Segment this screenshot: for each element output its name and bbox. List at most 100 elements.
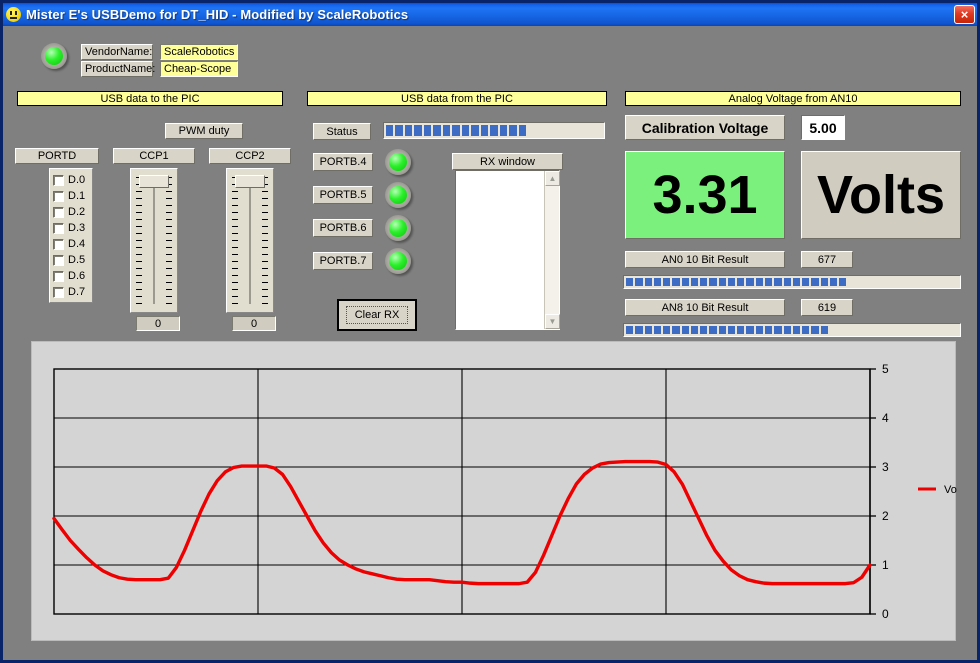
portd-bit-row[interactable]: D.5 xyxy=(50,252,92,268)
progress-segment xyxy=(405,125,412,136)
progress-segment xyxy=(774,278,781,286)
checkbox-d4[interactable] xyxy=(53,239,64,250)
portd-bit-row[interactable]: D.1 xyxy=(50,188,92,204)
progress-segment xyxy=(709,278,716,286)
progress-segment xyxy=(756,326,763,334)
progress-segment xyxy=(481,125,488,136)
checkbox-d6-label: D.6 xyxy=(68,270,85,282)
progress-segment xyxy=(509,125,516,136)
ccp2-label: CCP2 xyxy=(209,148,291,164)
progress-segment xyxy=(519,125,526,136)
an0-progress-bar xyxy=(623,275,961,289)
portb5-label: PORTB.5 xyxy=(313,186,373,204)
chart-y-tick-label: 3 xyxy=(882,460,889,474)
progress-segment xyxy=(424,125,431,136)
progress-segment xyxy=(746,326,753,334)
checkbox-d7[interactable] xyxy=(53,287,64,298)
progress-segment xyxy=(793,278,800,286)
progress-segment xyxy=(793,326,800,334)
progress-segment xyxy=(802,278,809,286)
portd-bit-row[interactable]: D.6 xyxy=(50,268,92,284)
checkbox-d1[interactable] xyxy=(53,191,64,202)
progress-segment xyxy=(471,125,478,136)
clear-rx-button[interactable]: Clear RX xyxy=(337,299,417,331)
product-name-value: Cheap-Scope xyxy=(160,61,238,77)
portd-label: PORTD xyxy=(15,148,99,164)
progress-segment xyxy=(462,125,469,136)
an0-result-value: 677 xyxy=(801,251,853,268)
status-label: Status xyxy=(313,123,371,140)
usb-data-to-pic-header: USB data to the PIC xyxy=(17,91,283,106)
smiley-face-icon xyxy=(6,7,21,22)
progress-segment xyxy=(443,125,450,136)
chevron-down-icon[interactable]: ▼ xyxy=(545,314,560,329)
ccp2-value: 0 xyxy=(232,316,276,331)
progress-segment xyxy=(728,326,735,334)
portd-bit-row[interactable]: D.4 xyxy=(50,236,92,252)
checkbox-d3-label: D.3 xyxy=(68,222,85,234)
checkbox-d2[interactable] xyxy=(53,207,64,218)
progress-segment xyxy=(765,278,772,286)
checkbox-d3[interactable] xyxy=(53,223,64,234)
ccp1-slider[interactable] xyxy=(130,168,178,313)
vendor-name-label: VendorName: xyxy=(81,44,153,60)
portd-bit-row[interactable]: D.2 xyxy=(50,204,92,220)
portd-checkbox-group: D.0 D.1 D.2 D.3 D.4 D.5 D.6 D.7 xyxy=(49,168,93,303)
chart-y-tick-label: 2 xyxy=(882,509,889,523)
progress-segment xyxy=(663,278,670,286)
progress-segment xyxy=(811,278,818,286)
progress-segment xyxy=(672,326,679,334)
progress-segment xyxy=(433,125,440,136)
application-window: Mister E's USBDemo for DT_HID - Modified… xyxy=(0,0,980,663)
progress-segment xyxy=(839,278,846,286)
an8-result-value: 619 xyxy=(801,299,853,316)
ccp1-slider-thumb[interactable] xyxy=(139,175,169,188)
chart-legend-label: Volts xyxy=(944,484,957,496)
progress-segment xyxy=(452,125,459,136)
voltage-readout-unit: Volts xyxy=(801,151,961,239)
progress-segment xyxy=(719,326,726,334)
analog-voltage-header: Analog Voltage from AN10 xyxy=(625,91,961,106)
chart-y-tick-label: 0 xyxy=(882,607,889,621)
checkbox-d0[interactable] xyxy=(53,175,64,186)
portb4-label: PORTB.4 xyxy=(313,153,373,171)
window-title: Mister E's USBDemo for DT_HID - Modified… xyxy=(26,7,408,22)
progress-segment xyxy=(700,326,707,334)
vendor-name-value: ScaleRobotics xyxy=(160,44,238,60)
progress-segment xyxy=(635,278,642,286)
portb7-label: PORTB.7 xyxy=(313,252,373,270)
progress-segment xyxy=(821,326,828,334)
rx-window-textarea[interactable]: ▲ ▼ xyxy=(455,170,560,330)
portb6-led xyxy=(385,215,411,241)
checkbox-d5[interactable] xyxy=(53,255,64,266)
close-button[interactable]: × xyxy=(954,5,975,24)
progress-segment xyxy=(414,125,421,136)
portb5-led xyxy=(385,182,411,208)
checkbox-d7-label: D.7 xyxy=(68,286,85,298)
calibration-voltage-input[interactable]: 5.00 xyxy=(801,115,845,140)
progress-segment xyxy=(691,278,698,286)
portd-bit-row[interactable]: D.7 xyxy=(50,284,92,300)
portb7-led xyxy=(385,248,411,274)
checkbox-d6[interactable] xyxy=(53,271,64,282)
progress-segment xyxy=(500,125,507,136)
status-progress-bar xyxy=(383,122,605,139)
chevron-up-icon[interactable]: ▲ xyxy=(545,171,560,186)
an8-progress-bar xyxy=(623,323,961,337)
pwm-duty-label: PWM duty xyxy=(165,123,243,139)
rx-window-label: RX window xyxy=(452,153,563,170)
portd-bit-row[interactable]: D.3 xyxy=(50,220,92,236)
progress-segment xyxy=(645,278,652,286)
progress-segment xyxy=(395,125,402,136)
clear-rx-button-label: Clear RX xyxy=(346,306,409,324)
ccp2-slider-thumb[interactable] xyxy=(235,175,265,188)
checkbox-d1-label: D.1 xyxy=(68,190,85,202)
progress-segment xyxy=(830,278,837,286)
ccp2-slider[interactable] xyxy=(226,168,274,313)
progress-segment xyxy=(802,326,809,334)
voltage-chart-panel: 012345Volts xyxy=(31,341,956,641)
progress-segment xyxy=(811,326,818,334)
rx-window-scrollbar[interactable]: ▲ ▼ xyxy=(544,171,559,329)
an8-result-label: AN8 10 Bit Result xyxy=(625,299,785,316)
portd-bit-row[interactable]: D.0 xyxy=(50,172,92,188)
